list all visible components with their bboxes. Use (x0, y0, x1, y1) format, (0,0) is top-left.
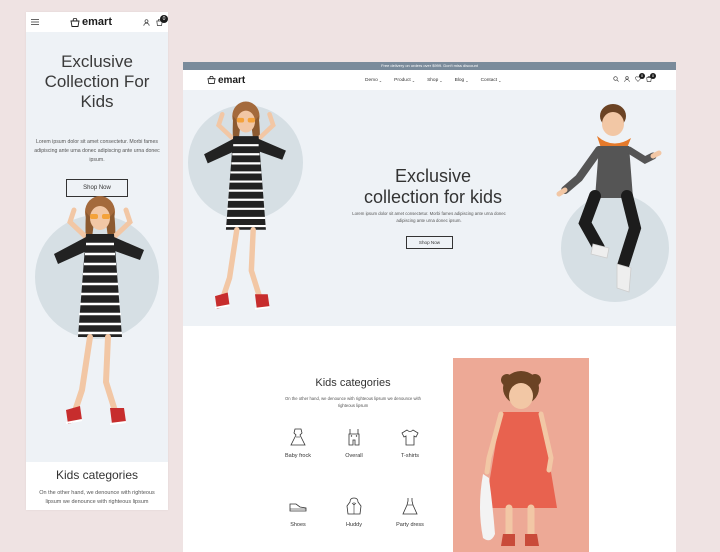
mobile-preview: emart 0 Exclusive Collection For Kids Lo… (26, 12, 168, 510)
chevron-down-icon: ⌄ (439, 77, 443, 83)
categories-title: Kids categories (55, 468, 139, 482)
hero-description: Lorem ipsum dolor sit amet consectetur. … (34, 139, 160, 163)
hero-title-line: collection for kids (363, 187, 503, 207)
shoe-icon (273, 496, 323, 516)
hero-description: Lorem ipsum dolor sit amet consectetur. … (352, 211, 506, 223)
hero-title-line: Exclusive (394, 166, 472, 186)
desktop-navbar: emart Demo ⌄ Product ⌄ Shop ⌄ Blog ⌄ Contact… (183, 70, 676, 90)
boy-photo (555, 98, 665, 313)
hamburger-menu-icon[interactable] (31, 19, 39, 25)
desktop-hero: Exclusive collection for kids Lorem ipsu… (183, 90, 676, 326)
tshirt-icon (385, 427, 435, 447)
shop-now-button[interactable]: Shop Now (406, 236, 453, 249)
category-party-dress[interactable]: Party dress (385, 496, 435, 528)
brand-name: emart (218, 74, 246, 86)
menu-label: Shop (427, 77, 439, 83)
logo[interactable]: emart (70, 16, 112, 28)
hero-title-line: Collection For (44, 72, 150, 91)
menu-item-shop[interactable]: Shop ⌄ (427, 78, 443, 83)
wishlist-icon[interactable]: 0 (635, 73, 645, 82)
menu-label: Blog (454, 77, 465, 83)
announcement-bar: Free delivery on orders over $999. Don't… (183, 62, 676, 70)
category-label: T-shirts (400, 453, 420, 459)
chevron-down-icon: ⌄ (498, 77, 502, 83)
category-label: Baby frock (285, 453, 311, 459)
hero-title-line: Exclusive (61, 52, 133, 71)
user-icon[interactable] (624, 76, 630, 82)
categories-title: Kids categories (315, 377, 391, 389)
mobile-hero: Exclusive Collection For Kids Lorem ipsu… (26, 32, 168, 462)
category-overall[interactable]: Overall (329, 427, 379, 459)
category-tshirts[interactable]: T-shirts (385, 427, 435, 459)
category-label: Party dress (396, 522, 424, 528)
overall-icon (329, 427, 379, 447)
category-label: Overall (345, 453, 363, 459)
category-huddy[interactable]: Huddy (329, 496, 379, 528)
menu-label: Contact (480, 77, 498, 83)
chevron-down-icon: ⌄ (411, 77, 416, 83)
desktop-preview: Free delivery on orders over $999. Don't… (183, 62, 676, 552)
menu-label: Product (394, 77, 411, 83)
logo-bag-icon (70, 17, 80, 27)
category-baby-frock[interactable]: Baby frock (273, 427, 323, 459)
logo-bag-icon (207, 76, 216, 84)
menu-item-blog[interactable]: Blog ⌄ (455, 78, 469, 83)
brand-name: emart (82, 16, 112, 28)
category-shoes[interactable]: Shoes (273, 496, 323, 528)
categories-description: On the other hand, we denounce with righ… (285, 396, 421, 408)
girl-photo (195, 96, 295, 323)
cart-count-badge: 0 (650, 73, 656, 79)
menu-label: Demo (365, 77, 378, 83)
frock-icon (273, 427, 323, 447)
categories-description: On the other hand, we denounce with righ… (39, 490, 155, 505)
hero-title: Exclusive Collection For Kids (26, 52, 168, 112)
mobile-navbar: emart 0 (26, 12, 168, 32)
chevron-down-icon: ⌄ (465, 77, 469, 83)
hero-title: Exclusive collection for kids (333, 166, 533, 208)
cart-count-badge: 0 (160, 14, 168, 23)
logo[interactable]: emart (207, 75, 245, 86)
search-icon[interactable] (613, 76, 619, 82)
promo-photo-panel (453, 358, 589, 552)
menu-item-contact[interactable]: Contact ⌄ (481, 78, 502, 83)
user-icon[interactable] (143, 18, 150, 26)
wishlist-count-badge: 0 (639, 73, 645, 79)
main-menu: Demo ⌄ Product ⌄ Shop ⌄ Blog ⌄ Contact ⌄ (365, 70, 502, 90)
category-label: Huddy (346, 522, 362, 528)
cart-icon[interactable]: 0 (156, 14, 168, 26)
toddler-photo (480, 371, 557, 546)
category-label: Shoes (290, 522, 306, 528)
menu-item-product[interactable]: Product ⌄ (394, 78, 415, 83)
party-dress-icon (385, 496, 435, 516)
chevron-down-icon: ⌄ (378, 77, 383, 83)
hero-title-line: Kids (80, 92, 114, 111)
girl-photo (44, 192, 154, 437)
hoodie-icon (329, 496, 379, 516)
menu-item-demo[interactable]: Demo ⌄ (365, 78, 382, 83)
cart-icon[interactable]: 0 (646, 73, 656, 82)
